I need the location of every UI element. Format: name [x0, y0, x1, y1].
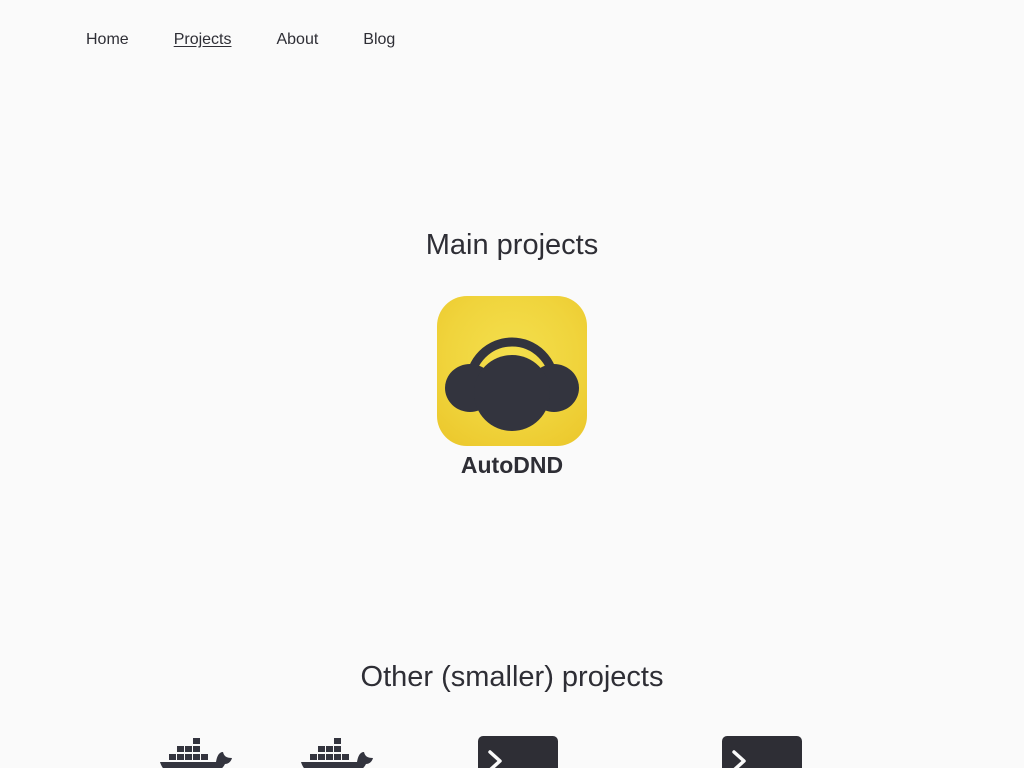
nav-blog-link[interactable]: Blog: [363, 30, 395, 50]
other-project-docker-1[interactable]: [160, 738, 235, 768]
docker-whale-icon: [160, 738, 232, 768]
main-projects-heading: Main projects: [425, 229, 599, 261]
other-project-terminal-2[interactable]: [722, 736, 802, 768]
other-project-terminal-1[interactable]: [478, 736, 558, 768]
nav-about-link[interactable]: About: [276, 30, 318, 50]
project-card-autodnd[interactable]: AutoDND: [437, 296, 587, 479]
other-projects-list: [0, 736, 1024, 768]
headphones-icon: [445, 337, 579, 431]
top-nav: Home Projects About Blog: [86, 30, 395, 50]
page: Home Projects About Blog Main projects A…: [0, 0, 1024, 768]
other-projects-heading: Other (smaller) projects: [360, 661, 664, 693]
docker-whale-icon: [301, 738, 373, 768]
nav-home-link[interactable]: Home: [86, 30, 129, 50]
other-project-docker-2[interactable]: [301, 738, 376, 768]
terminal-icon: [478, 736, 558, 768]
terminal-icon: [722, 736, 802, 768]
autodnd-app-icon: [437, 296, 587, 446]
nav-projects-link[interactable]: Projects: [174, 30, 232, 50]
project-name: AutoDND: [460, 452, 564, 478]
